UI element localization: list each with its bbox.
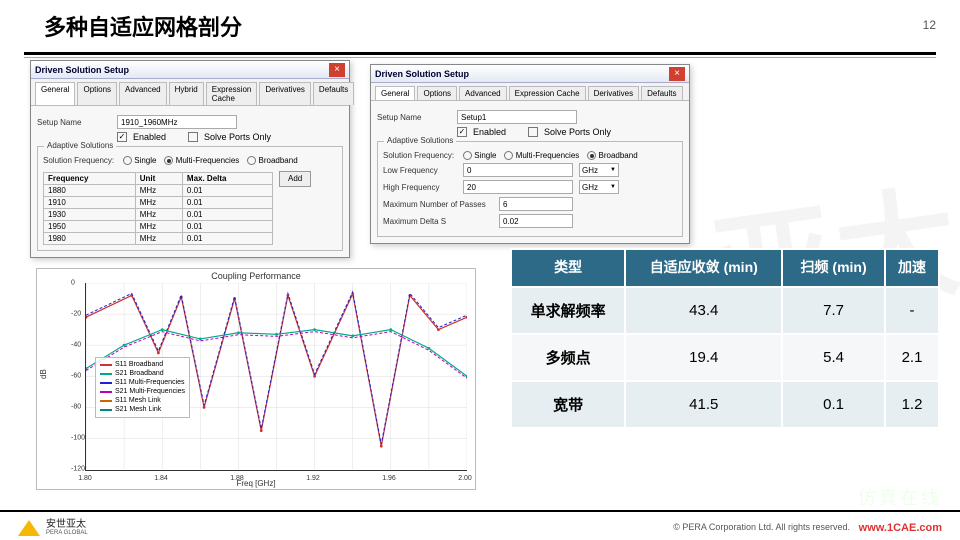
solfreq-label: Solution Frequency:: [383, 151, 457, 160]
coupling-chart: Coupling Performance dB Freq [GHz] 0-20-…: [36, 268, 476, 490]
tab-expression-cache[interactable]: Expression Cache: [206, 82, 258, 105]
dialog-broadband: Driven Solution Setup × GeneralOptionsAd…: [370, 64, 690, 244]
enabled-label: Enabled: [473, 127, 506, 137]
close-icon[interactable]: ×: [329, 63, 345, 77]
ports-only-checkbox[interactable]: [188, 132, 198, 142]
table-row: 单求解频率43.47.7-: [511, 287, 939, 334]
tab-options[interactable]: Options: [417, 86, 457, 100]
dialog-title: Driven Solution Setup: [375, 69, 469, 79]
enabled-label: Enabled: [133, 132, 166, 142]
delta-label: Maximum Delta S: [383, 217, 493, 226]
ports-only-checkbox[interactable]: [528, 127, 538, 137]
adaptive-group-label: Adaptive Solutions: [44, 141, 116, 150]
close-icon[interactable]: ×: [669, 67, 685, 81]
high-unit-select[interactable]: GHz▼: [579, 180, 619, 194]
rule-thin: [24, 57, 936, 58]
table-row[interactable]: 1930MHz0.01: [44, 209, 273, 221]
y-axis-label: dB: [39, 369, 48, 379]
ports-only-label: Solve Ports Only: [204, 132, 271, 142]
setup-name-input[interactable]: [457, 110, 577, 124]
radio-broadband[interactable]: [587, 151, 596, 160]
col-header: 自适应收敛 (min): [625, 249, 782, 287]
table-row[interactable]: 1880MHz0.01: [44, 185, 273, 197]
legend-item: S21 Broadband: [100, 369, 185, 378]
tab-derivatives[interactable]: Derivatives: [588, 86, 640, 100]
enabled-checkbox[interactable]: [457, 127, 467, 137]
radio-single[interactable]: [463, 151, 472, 160]
setup-name-label: Setup Name: [377, 113, 451, 122]
table-row: 多频点19.45.42.1: [511, 334, 939, 381]
tab-options[interactable]: Options: [77, 82, 117, 105]
copyright: © PERA Corporation Ltd. All rights reser…: [673, 522, 850, 532]
page-number: 12: [923, 18, 936, 32]
legend-item: S21 Mesh Link: [100, 405, 185, 414]
col-header: 类型: [511, 249, 625, 287]
logo-icon: [18, 520, 40, 536]
low-unit-select[interactable]: GHz▼: [579, 163, 619, 177]
dialog-multifreq: Driven Solution Setup × GeneralOptionsAd…: [30, 60, 350, 258]
adaptive-group-label: Adaptive Solutions: [384, 136, 456, 145]
tab-expression-cache[interactable]: Expression Cache: [509, 86, 586, 100]
watermark: 仿真在线: [858, 484, 942, 510]
brand-logo: 安世亚太 PERA GLOBAL: [18, 520, 88, 536]
legend-item: S21 Multi-Frequencies: [100, 387, 185, 396]
radio-broadband[interactable]: [247, 156, 256, 165]
tab-advanced[interactable]: Advanced: [459, 86, 507, 100]
setup-name-input[interactable]: [117, 115, 237, 129]
tab-general[interactable]: General: [35, 82, 75, 105]
ports-only-label: Solve Ports Only: [544, 127, 611, 137]
tab-hybrid[interactable]: Hybrid: [169, 82, 204, 105]
high-label: High Frequency: [383, 183, 457, 192]
solfreq-label: Solution Frequency:: [43, 156, 117, 165]
passes-input[interactable]: [499, 197, 573, 211]
table-row[interactable]: 1910MHz0.01: [44, 197, 273, 209]
legend-item: S11 Broadband: [100, 360, 185, 369]
setup-name-label: Setup Name: [37, 118, 111, 127]
page-title: 多种自适应网格剖分: [44, 10, 960, 42]
enabled-checkbox[interactable]: [117, 132, 127, 142]
passes-label: Maximum Number of Passes: [383, 200, 493, 209]
high-input[interactable]: [463, 180, 573, 194]
table-row[interactable]: 1950MHz0.01: [44, 221, 273, 233]
radio-single[interactable]: [123, 156, 132, 165]
add-button[interactable]: Add: [279, 171, 311, 187]
dialog-title: Driven Solution Setup: [35, 65, 129, 75]
tab-general[interactable]: General: [375, 86, 415, 100]
table-row[interactable]: 1980MHz0.01: [44, 233, 273, 245]
legend-item: S11 Mesh Link: [100, 396, 185, 405]
results-table: 类型自适应收敛 (min)扫频 (min)加速单求解频率43.47.7-多频点1…: [510, 248, 940, 429]
low-input[interactable]: [463, 163, 573, 177]
chart-title: Coupling Performance: [37, 271, 475, 281]
tab-derivatives[interactable]: Derivatives: [259, 82, 311, 105]
frequency-table: FrequencyUnitMax. Delta1880MHz0.011910MH…: [43, 172, 273, 245]
site-url: www.1CAE.com: [859, 522, 942, 534]
rule-thick: [24, 52, 936, 55]
col-header: 扫频 (min): [782, 249, 885, 287]
tab-strip: GeneralOptionsAdvancedExpression CacheDe…: [371, 83, 689, 100]
footer: 安世亚太 PERA GLOBAL © PERA Corporation Ltd.…: [0, 510, 960, 540]
brand-cn: 安世亚太: [46, 520, 88, 530]
brand-en: PERA GLOBAL: [46, 530, 88, 536]
chart-legend: S11 BroadbandS21 BroadbandS11 Multi-Freq…: [95, 357, 190, 418]
legend-item: S11 Multi-Frequencies: [100, 378, 185, 387]
delta-input[interactable]: [499, 214, 573, 228]
col-header: 加速: [885, 249, 939, 287]
tab-strip: GeneralOptionsAdvancedHybridExpression C…: [31, 79, 349, 105]
low-label: Low Frequency: [383, 166, 457, 175]
tab-advanced[interactable]: Advanced: [119, 82, 167, 105]
tab-defaults[interactable]: Defaults: [313, 82, 354, 105]
tab-defaults[interactable]: Defaults: [641, 86, 682, 100]
table-row: 宽带41.50.11.2: [511, 381, 939, 428]
